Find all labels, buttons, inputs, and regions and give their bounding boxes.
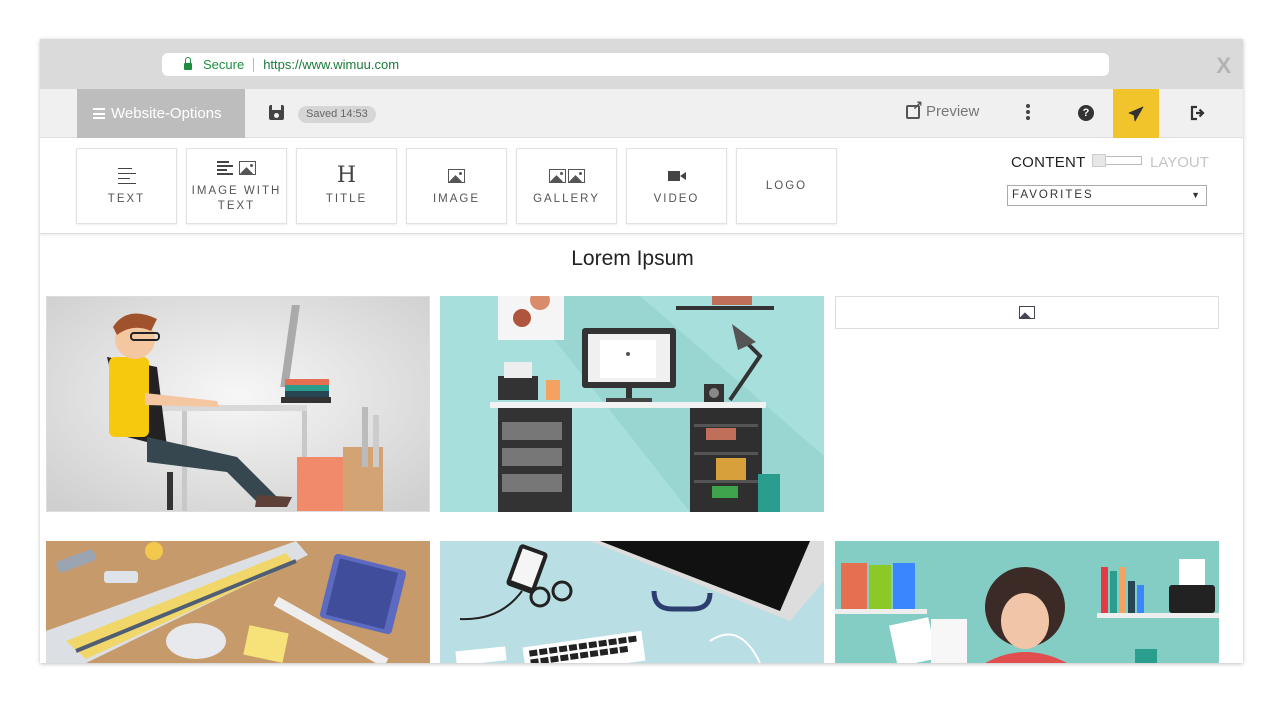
image-with-text-icon (217, 158, 256, 178)
content-mode-label: CONTENT (1011, 154, 1086, 171)
tile-logo[interactable]: LOGO (736, 148, 837, 224)
category-select-value: FAVORITES (1012, 189, 1094, 201)
tile-label: LOGO (765, 179, 808, 192)
address-bar[interactable]: Secure https://www.wimuu.com (162, 53, 1109, 76)
save-icon[interactable] (269, 105, 284, 120)
lock-icon (184, 57, 192, 70)
tile-label: TEXT (107, 192, 146, 205)
image-card[interactable] (46, 541, 430, 663)
image-icon (448, 168, 465, 183)
tile-title[interactable]: H TITLE (296, 148, 397, 224)
image-card[interactable] (440, 541, 824, 663)
hamburger-icon (93, 108, 105, 119)
paper-plane-icon (1128, 106, 1144, 121)
website-options-button[interactable]: Website-Options (77, 89, 245, 138)
category-select[interactable]: FAVORITES ▼ (1007, 185, 1207, 206)
video-icon (667, 170, 686, 181)
tile-image-with-text[interactable]: IMAGE WITH TEXT (186, 148, 287, 224)
page-title[interactable]: Lorem Ipsum (40, 247, 1225, 271)
publish-button[interactable] (1113, 89, 1159, 138)
designer-at-desk-illustration (47, 297, 429, 511)
element-palette: TEXT IMAGE WITH TEXT H TITLE IMAGE GALLE… (40, 138, 1243, 234)
address-separator (253, 57, 255, 72)
external-link-icon (906, 98, 923, 119)
toggle-knob[interactable] (1092, 154, 1106, 167)
tile-label: VIDEO (653, 192, 700, 205)
close-button[interactable]: X (1216, 53, 1231, 79)
tile-text[interactable]: TEXT (76, 148, 177, 224)
more-options-icon[interactable] (1026, 104, 1030, 122)
woman-office-shelves-illustration (835, 541, 1219, 663)
image-card[interactable] (440, 296, 824, 512)
browser-window: Secure https://www.wimuu.com X Website-O… (40, 39, 1243, 663)
logout-icon[interactable] (1189, 105, 1207, 126)
help-icon[interactable]: ? (1078, 105, 1094, 121)
content-layout-toggle[interactable] (1092, 154, 1142, 167)
tile-video[interactable]: VIDEO (626, 148, 727, 224)
tile-label: GALLERY (533, 192, 600, 205)
saved-status-badge: Saved 14:53 (298, 106, 376, 123)
select-arrow-icon: ▼ (1191, 190, 1200, 200)
text-icon (117, 166, 136, 186)
title-icon: H (336, 163, 357, 188)
url-text[interactable]: https://www.wimuu.com (263, 57, 399, 72)
browser-chrome: Secure https://www.wimuu.com X (40, 39, 1243, 89)
editor-toolbar: Website-Options Saved 14:53 Preview ? (40, 89, 1243, 138)
gallery-icon (548, 166, 585, 186)
blue-desk-keyboard-illustration (440, 541, 824, 663)
tile-label: IMAGE WITH TEXT (191, 185, 282, 212)
tile-gallery[interactable]: GALLERY (516, 148, 617, 224)
preview-label: Preview (926, 103, 980, 120)
teal-office-desk-illustration (440, 296, 824, 512)
layout-mode-label[interactable]: LAYOUT (1150, 154, 1209, 171)
image-placeholder[interactable] (835, 296, 1219, 329)
secure-label: Secure (203, 57, 245, 72)
image-card[interactable] (835, 541, 1219, 663)
image-icon (1019, 306, 1035, 319)
preview-button[interactable]: Preview (906, 98, 980, 120)
image-card[interactable] (46, 296, 430, 512)
tile-image[interactable]: IMAGE (406, 148, 507, 224)
tile-label: IMAGE (432, 192, 481, 205)
wooden-desk-monitor-illustration (46, 541, 430, 663)
tile-label: TITLE (325, 192, 368, 205)
website-options-label: Website-Options (111, 105, 222, 122)
